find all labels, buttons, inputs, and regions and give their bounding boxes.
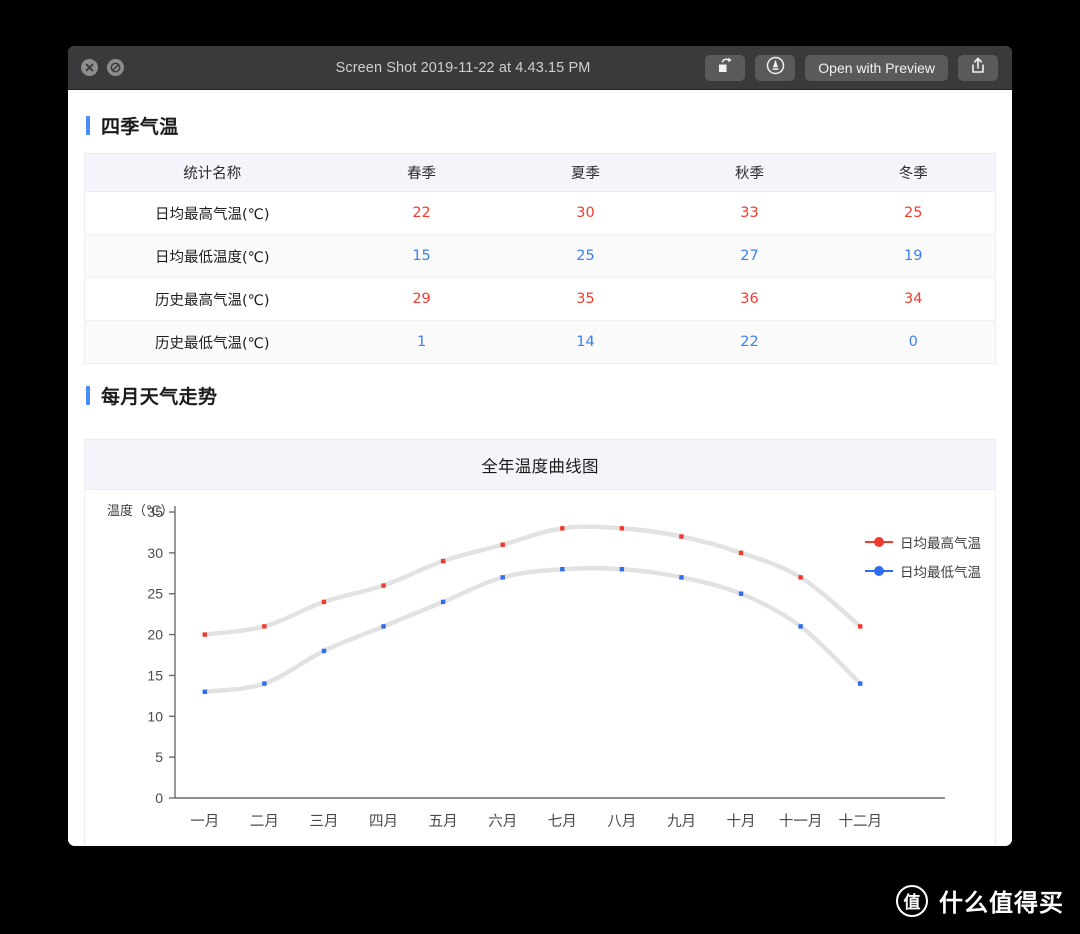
cell-winter: 25 <box>831 191 996 235</box>
share-icon <box>970 57 986 79</box>
cell-spring: 15 <box>339 234 504 278</box>
svg-text:五月: 五月 <box>429 814 458 830</box>
legend-label-high: 日均最高气温 <box>900 536 981 552</box>
watermark-text: 什么值得买 <box>939 889 1064 917</box>
markup-pen-icon <box>766 56 785 80</box>
svg-text:三月: 三月 <box>309 814 338 830</box>
legend-item-low[interactable]: 日均最低气温 <box>865 561 981 581</box>
svg-text:十一月: 十一月 <box>779 813 823 830</box>
legend-marker-low <box>865 565 893 577</box>
svg-text:25: 25 <box>147 586 163 602</box>
cell-summer: 14 <box>503 320 668 364</box>
svg-text:十月: 十月 <box>727 813 756 830</box>
cell-spring: 29 <box>339 277 504 321</box>
titlebar-left-controls <box>68 59 124 76</box>
table-row: 日均最低温度(℃) 15 25 27 19 <box>84 234 996 278</box>
no-entry-icon[interactable] <box>107 59 124 76</box>
cell-summer: 25 <box>503 234 668 278</box>
window-titlebar: Screen Shot 2019-11-22 at 4.43.15 PM Ope… <box>68 46 1012 90</box>
page-content: 四季气温 统计名称 春季 夏季 秋季 冬季 日均最高气温(℃) 22 30 33 <box>68 90 1012 846</box>
share-button[interactable] <box>958 54 998 81</box>
table-header-row: 统计名称 春季 夏季 秋季 冬季 <box>84 153 996 192</box>
svg-text:10: 10 <box>147 708 163 724</box>
cell-spring: 22 <box>339 191 504 235</box>
section-accent-bar <box>86 116 90 135</box>
table-header-spring: 春季 <box>339 153 504 192</box>
table-row: 历史最高气温(℃) 29 35 36 34 <box>84 277 996 321</box>
svg-text:30: 30 <box>147 545 163 561</box>
chart-series-lines <box>202 524 863 695</box>
watermark: 值 什么值得买 <box>896 883 1064 918</box>
table-header-winter: 冬季 <box>831 153 996 192</box>
markup-button[interactable] <box>755 54 796 81</box>
row-label: 日均最低温度(℃) <box>84 234 340 278</box>
row-label: 历史最低气温(℃) <box>84 320 340 364</box>
svg-text:十二月: 十二月 <box>838 813 882 830</box>
svg-text:15: 15 <box>147 667 163 683</box>
table-body: 日均最高气温(℃) 22 30 33 25 日均最低温度(℃) 15 25 27… <box>84 191 996 364</box>
row-label: 日均最高气温(℃) <box>84 191 340 235</box>
cell-spring: 1 <box>339 320 504 364</box>
table-header-summer: 夏季 <box>503 153 668 192</box>
chart-x-axis-labels: 一月 二月 三月 四月 五月 六月 七月 八月 九月 十月 十一月 十二月 <box>190 813 882 830</box>
window-title-text: Screen Shot 2019-11-22 at 4.43.15 PM <box>335 59 591 76</box>
rotate-button[interactable] <box>705 54 746 81</box>
svg-text:七月: 七月 <box>548 813 577 830</box>
table-row: 日均最高气温(℃) 22 30 33 25 <box>84 191 996 235</box>
section-header-monthly: 每月天气走势 <box>84 364 996 423</box>
temperature-chart-card: 全年温度曲线图 温度（℃） 日均最高气温 日均最低气温 0 5 10 15 20… <box>84 439 996 846</box>
table-header-autumn: 秋季 <box>667 153 832 192</box>
cell-summer: 35 <box>503 277 668 321</box>
seasonal-temperature-table: 统计名称 春季 夏季 秋季 冬季 日均最高气温(℃) 22 30 33 25 日… <box>84 153 996 364</box>
cell-autumn: 27 <box>667 234 832 278</box>
chart-title: 全年温度曲线图 <box>85 440 995 490</box>
watermark-badge-icon: 值 <box>896 884 928 917</box>
svg-text:四月: 四月 <box>369 814 398 830</box>
chart-y-axis-caption: 温度（℃） <box>107 504 174 519</box>
section-header-seasons: 四季气温 <box>84 108 996 153</box>
chart-legend: 日均最高气温 日均最低气温 <box>865 532 981 581</box>
svg-text:0: 0 <box>155 790 163 806</box>
cell-autumn: 36 <box>667 277 832 321</box>
cell-autumn: 22 <box>667 320 832 364</box>
close-x-icon[interactable] <box>81 59 98 76</box>
svg-text:5: 5 <box>155 749 163 765</box>
svg-text:八月: 八月 <box>607 814 636 830</box>
row-label: 历史最高气温(℃) <box>84 277 340 321</box>
temperature-line-chart: 05101520253035 一月 二月 三月 四月 五月 六月 七月 八月 九月 十月 十一月 十二… <box>147 504 945 830</box>
cell-winter: 34 <box>831 277 996 321</box>
legend-item-high[interactable]: 日均最高气温 <box>865 532 981 552</box>
table-row: 历史最低气温(℃) 1 14 22 0 <box>84 320 996 364</box>
svg-text:六月: 六月 <box>488 813 517 830</box>
legend-marker-high <box>865 536 893 548</box>
svg-text:20: 20 <box>147 627 163 643</box>
cell-summer: 30 <box>503 191 668 235</box>
section-title-monthly: 每月天气走势 <box>101 386 218 408</box>
titlebar-actions: Open with Preview <box>705 54 1012 81</box>
cell-winter: 0 <box>831 320 996 364</box>
rotate-icon <box>717 57 734 79</box>
svg-text:九月: 九月 <box>667 813 696 830</box>
legend-label-low: 日均最低气温 <box>900 565 981 581</box>
cell-winter: 19 <box>831 234 996 278</box>
svg-text:一月: 一月 <box>190 814 219 830</box>
open-with-preview-button[interactable]: Open with Preview <box>805 54 948 81</box>
screenshot-preview-window: Screen Shot 2019-11-22 at 4.43.15 PM Ope… <box>68 46 1012 846</box>
chart-axes: 05101520253035 <box>147 504 945 806</box>
svg-text:二月: 二月 <box>250 814 279 830</box>
chart-body: 温度（℃） 日均最高气温 日均最低气温 0 5 10 15 20 25 30 3… <box>85 490 995 846</box>
table-header-name: 统计名称 <box>84 153 340 192</box>
cell-autumn: 33 <box>667 191 832 235</box>
section-title-seasons: 四季气温 <box>101 116 179 138</box>
section-accent-bar <box>86 386 90 405</box>
